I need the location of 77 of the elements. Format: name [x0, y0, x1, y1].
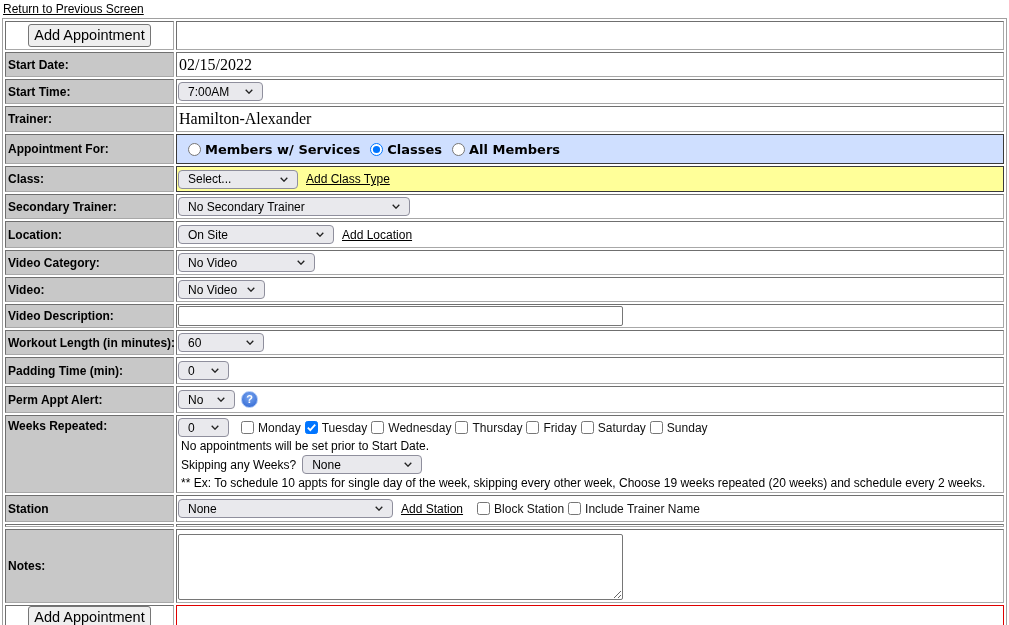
field-label: Notes: [5, 529, 174, 603]
radio-button[interactable] [452, 142, 465, 156]
field-label: Start Date: [5, 52, 174, 77]
radio-label: All Members [469, 141, 561, 157]
field-label: Video Category: [5, 250, 174, 275]
hint-text: ** Ex: To schedule 10 appts for single day of the week, skipping every other week, Choose 19 weeks repeated (20 weeks) and schedule every 2 weeks. [180, 476, 986, 490]
caret-icon [375, 506, 383, 511]
text-link[interactable]: Add Location [342, 227, 413, 242]
caret-icon [297, 260, 305, 265]
checkbox[interactable] [455, 421, 469, 434]
radio-button[interactable] [188, 142, 201, 156]
field-label: Skipping any Weeks? [180, 457, 297, 472]
checkbox[interactable] [526, 421, 540, 434]
caret-icon [247, 287, 256, 292]
checkbox[interactable] [649, 421, 663, 434]
dropdown[interactable]: 0 [178, 418, 229, 437]
radio-label: Classes [387, 141, 442, 157]
checkbox-label: Block Station [494, 501, 565, 516]
hint-text: No appointments will be set prior to Start Date. [180, 439, 430, 453]
dropdown[interactable]: On Site [178, 225, 334, 244]
add-appointment-button[interactable]: Add Appointment [28, 606, 151, 625]
checkbox[interactable] [371, 421, 385, 434]
field-label: Location: [5, 221, 174, 248]
text-field[interactable] [178, 306, 623, 326]
field-value: Hamilton-Alexander [178, 110, 312, 128]
caret-icon [217, 397, 225, 402]
dropdown[interactable]: 7:00AM [178, 82, 263, 101]
dropdown[interactable]: No Video [178, 253, 315, 272]
field-label: Weeks Repeated: [5, 415, 174, 493]
dropdown[interactable]: Select... [178, 169, 298, 189]
field-label: Padding Time (min): [5, 357, 174, 384]
field-label: Video Description: [5, 304, 174, 328]
checkbox-label: Sunday [666, 420, 708, 435]
caret-icon [246, 340, 254, 345]
field-label: Start Time: [5, 79, 174, 104]
checkbox[interactable] [304, 421, 318, 434]
checkbox-label: Include Trainer Name [585, 501, 700, 516]
radio-button[interactable] [370, 142, 384, 156]
back-link[interactable]: Return to Previous Screen [3, 2, 144, 16]
checkbox-label: Thursday [472, 420, 523, 435]
dropdown[interactable]: No [178, 390, 235, 409]
field-label: Workout Length (in minutes): [5, 330, 174, 355]
field-label: Video: [5, 277, 174, 302]
checkbox[interactable] [241, 421, 254, 434]
add-appointment-button[interactable]: Add Appointment [28, 24, 151, 47]
checkbox[interactable] [477, 502, 491, 515]
dropdown[interactable]: 60 [178, 333, 264, 352]
dropdown[interactable]: None [178, 499, 393, 518]
caret-icon [211, 368, 219, 373]
field-label: Trainer: [5, 106, 174, 132]
caret-icon [316, 232, 324, 237]
caret-icon [404, 462, 413, 467]
text-link[interactable]: Add Station [401, 501, 464, 516]
notes-field[interactable] [178, 534, 623, 600]
field-label: Class: [5, 166, 174, 192]
field-label: Appointment For: [5, 134, 174, 164]
caret-icon [392, 204, 400, 209]
field-label: Perm Appt Alert: [5, 386, 174, 413]
checkbox[interactable] [568, 502, 582, 515]
dropdown[interactable]: 0 [178, 361, 229, 380]
radio-label: Members w/ Services [205, 141, 361, 157]
text-link[interactable]: Add Class Type [306, 172, 390, 186]
caret-icon [280, 176, 288, 182]
dropdown[interactable]: No Video [178, 280, 265, 299]
dropdown[interactable]: None [302, 455, 423, 474]
field-label: Station [5, 495, 174, 522]
checkbox-label: Wednesday [388, 420, 452, 435]
checkbox[interactable] [580, 421, 594, 434]
checkbox-label: Tuesday [321, 420, 368, 435]
checkbox-label: Saturday [597, 420, 646, 435]
caret-icon [211, 425, 219, 430]
field-label: Secondary Trainer: [5, 194, 174, 219]
caret-icon [245, 89, 253, 94]
field-value: 02/15/2022 [178, 55, 252, 74]
dropdown[interactable]: No Secondary Trainer [178, 197, 410, 216]
checkbox-label: Friday [543, 420, 577, 435]
checkbox-label: Monday [258, 420, 301, 435]
